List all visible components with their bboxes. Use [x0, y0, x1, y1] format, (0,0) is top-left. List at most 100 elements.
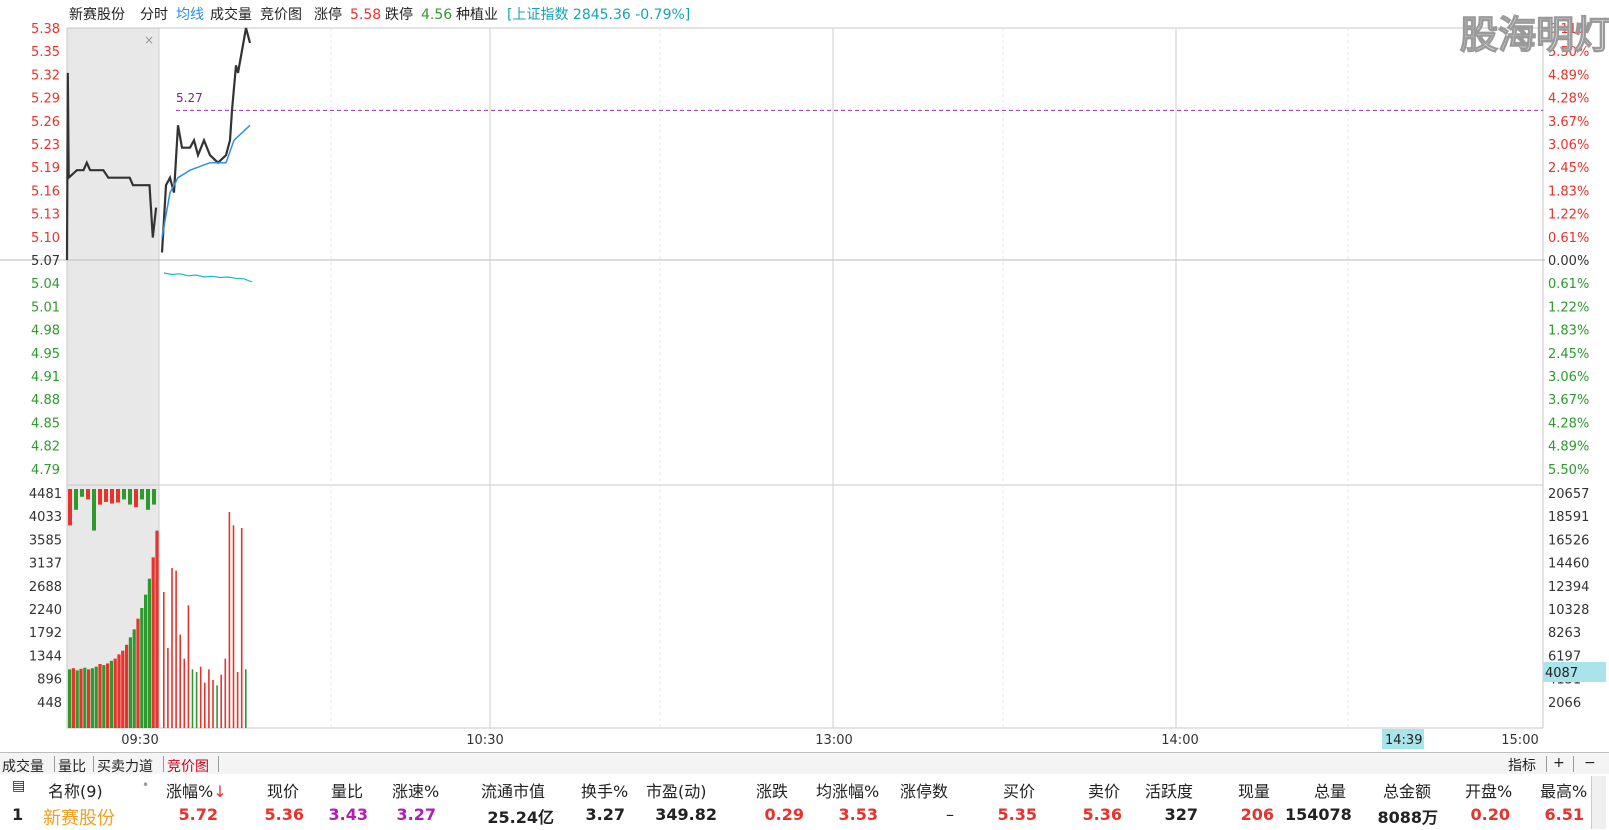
col-turnover[interactable]: 换手%: [581, 778, 628, 802]
tab-divider: [93, 756, 94, 772]
auction-volume-bar: [136, 618, 140, 728]
col-ask[interactable]: 卖价: [1088, 778, 1120, 802]
time-tick-label: 09:30: [121, 733, 158, 748]
pct-tick-label: 4.28%: [1548, 416, 1589, 431]
price-tick-label: 5.07: [31, 254, 60, 269]
col-name[interactable]: 名称(9): [48, 778, 103, 802]
auction-volume-bar: [75, 670, 79, 728]
tab-liangbi[interactable]: 量比: [58, 756, 86, 776]
row-last-volume: 206: [1240, 805, 1274, 824]
col-pe[interactable]: 市盈(动): [646, 778, 707, 802]
table-row[interactable]: 1 新赛股份 5.72 5.36 3.43 3.27 25.24亿 3.27 3…: [0, 800, 1609, 829]
price-tick-label: 5.13: [31, 208, 60, 223]
volume-right-tick-label: 12394: [1548, 580, 1589, 595]
col-limit-up-count[interactable]: 涨停数: [900, 778, 948, 802]
col-bid[interactable]: 买价: [1003, 778, 1035, 802]
row-change: 0.29: [764, 805, 804, 824]
tab-divider: [1546, 756, 1547, 772]
session-volume-bar: [212, 679, 214, 728]
auction-top-volume-bar: [104, 489, 108, 502]
tab-chengjiaoliang[interactable]: 成交量: [2, 756, 44, 776]
tab-fenshi[interactable]: 分时: [140, 7, 168, 23]
auction-volume-bar: [117, 654, 121, 728]
col-float-cap[interactable]: 流通市值: [481, 778, 545, 802]
price-tick-label: 5.16: [31, 184, 60, 199]
indicator-button[interactable]: 指标: [1508, 755, 1536, 775]
col-activity[interactable]: 活跃度: [1145, 778, 1193, 802]
index-quote[interactable]: [上证指数 2845.36 -0.79%]: [507, 7, 690, 23]
session-volume-bar: [228, 511, 231, 728]
row-ask: 5.36: [1082, 805, 1122, 824]
col-last-volume[interactable]: 现量: [1238, 778, 1270, 802]
col-change[interactable]: 涨跌: [756, 778, 788, 802]
zoom-in-button[interactable]: +: [1553, 755, 1565, 771]
col-open-pct[interactable]: 开盘%: [1465, 778, 1512, 802]
volume-right-tick-label: 10328: [1548, 603, 1589, 618]
tab-volume[interactable]: 成交量: [210, 6, 252, 23]
row-float-cap: 25.24亿: [487, 808, 554, 827]
close-icon[interactable]: ×: [144, 33, 154, 47]
col-avg-change[interactable]: 均涨幅%: [816, 778, 879, 802]
row-high-pct: 6.51: [1544, 805, 1584, 824]
ref-line-label: 5.27: [176, 91, 203, 105]
auction-volume-bar: [151, 557, 155, 728]
volume-right-tick-label: 14460: [1548, 557, 1589, 572]
col-total-volume[interactable]: 总量: [1314, 778, 1346, 802]
session-volume-bar: [220, 674, 222, 728]
price-tick-label: 4.95: [31, 347, 60, 362]
price-tick-label: 5.35: [31, 45, 60, 60]
limit-up-value: 5.58: [350, 7, 381, 23]
limit-up-label: 涨停: [314, 6, 342, 23]
col-dot: •: [142, 778, 150, 792]
auction-volume-bar: [98, 663, 102, 728]
volume-tick-label: 1344: [29, 649, 62, 664]
col-speed[interactable]: 涨速%: [392, 778, 439, 802]
vertical-scrollbar[interactable]: [1591, 776, 1606, 829]
row-pe: 349.82: [655, 805, 717, 824]
col-amount[interactable]: 总金额: [1383, 778, 1431, 802]
price-tick-label: 5.19: [31, 161, 60, 176]
session-volume-bar: [204, 682, 206, 728]
row-index: 1: [12, 805, 24, 824]
pct-tick-label: 4.28%: [1548, 92, 1589, 107]
tab-maimai-lidao[interactable]: 买卖力道: [97, 756, 153, 776]
chart-area[interactable]: 5.38 5.35 5.32 5.29 5.26 5.23 5.19 5.16 5.13 5.10…: [0, 0, 1609, 752]
list-icon[interactable]: ▤: [12, 778, 25, 794]
col-change-pct[interactable]: 涨幅%↓: [166, 778, 227, 802]
tab-divider: [163, 756, 164, 772]
col-volume-ratio[interactable]: 量比: [331, 778, 363, 802]
col-change-pct-label: 涨幅%: [166, 782, 214, 801]
auction-volume-bar: [71, 668, 75, 728]
col-price[interactable]: 现价: [267, 778, 299, 802]
auction-volume-bar: [113, 658, 117, 728]
pct-tick-label: 4.89%: [1548, 440, 1589, 455]
price-tick-label: 5.26: [31, 115, 60, 130]
stock-name: 新赛股份: [69, 7, 125, 23]
pct-tick-label: 0.00%: [1548, 254, 1589, 269]
tab-divider: [54, 756, 55, 772]
price-tick-label: 4.98: [31, 324, 60, 339]
time-tick-label: 10:30: [466, 733, 503, 748]
row-volume-ratio: 3.43: [328, 805, 368, 824]
tab-auction-chart[interactable]: 竞价图: [260, 6, 302, 23]
tab-avg-line[interactable]: 均线: [176, 7, 204, 23]
auction-volume-bar: [155, 530, 159, 728]
session-volume-bar: [191, 669, 194, 728]
auction-top-volume-bar: [86, 489, 90, 500]
zoom-out-button[interactable]: −: [1584, 755, 1596, 771]
auction-volume-bar: [128, 637, 132, 728]
auction-top-volume-bar: [92, 489, 96, 531]
auction-top-volume-bar: [80, 489, 84, 497]
auction-volume-bar: [90, 668, 94, 728]
col-high-pct[interactable]: 最高%: [1540, 778, 1587, 802]
tab-jingjiatu[interactable]: 竞价图: [167, 756, 209, 776]
session-volume-bar: [175, 570, 177, 728]
auction-top-volume-bar: [74, 489, 78, 510]
price-tick-label: 5.10: [31, 231, 60, 246]
session-volume-bar: [195, 671, 198, 728]
row-open-pct: 0.20: [1470, 805, 1510, 824]
row-limit-up-count: –: [946, 805, 954, 824]
auction-top-volume-bar: [134, 489, 138, 508]
row-stock-name[interactable]: 新赛股份: [43, 804, 115, 830]
auction-volume-bar: [147, 578, 151, 728]
